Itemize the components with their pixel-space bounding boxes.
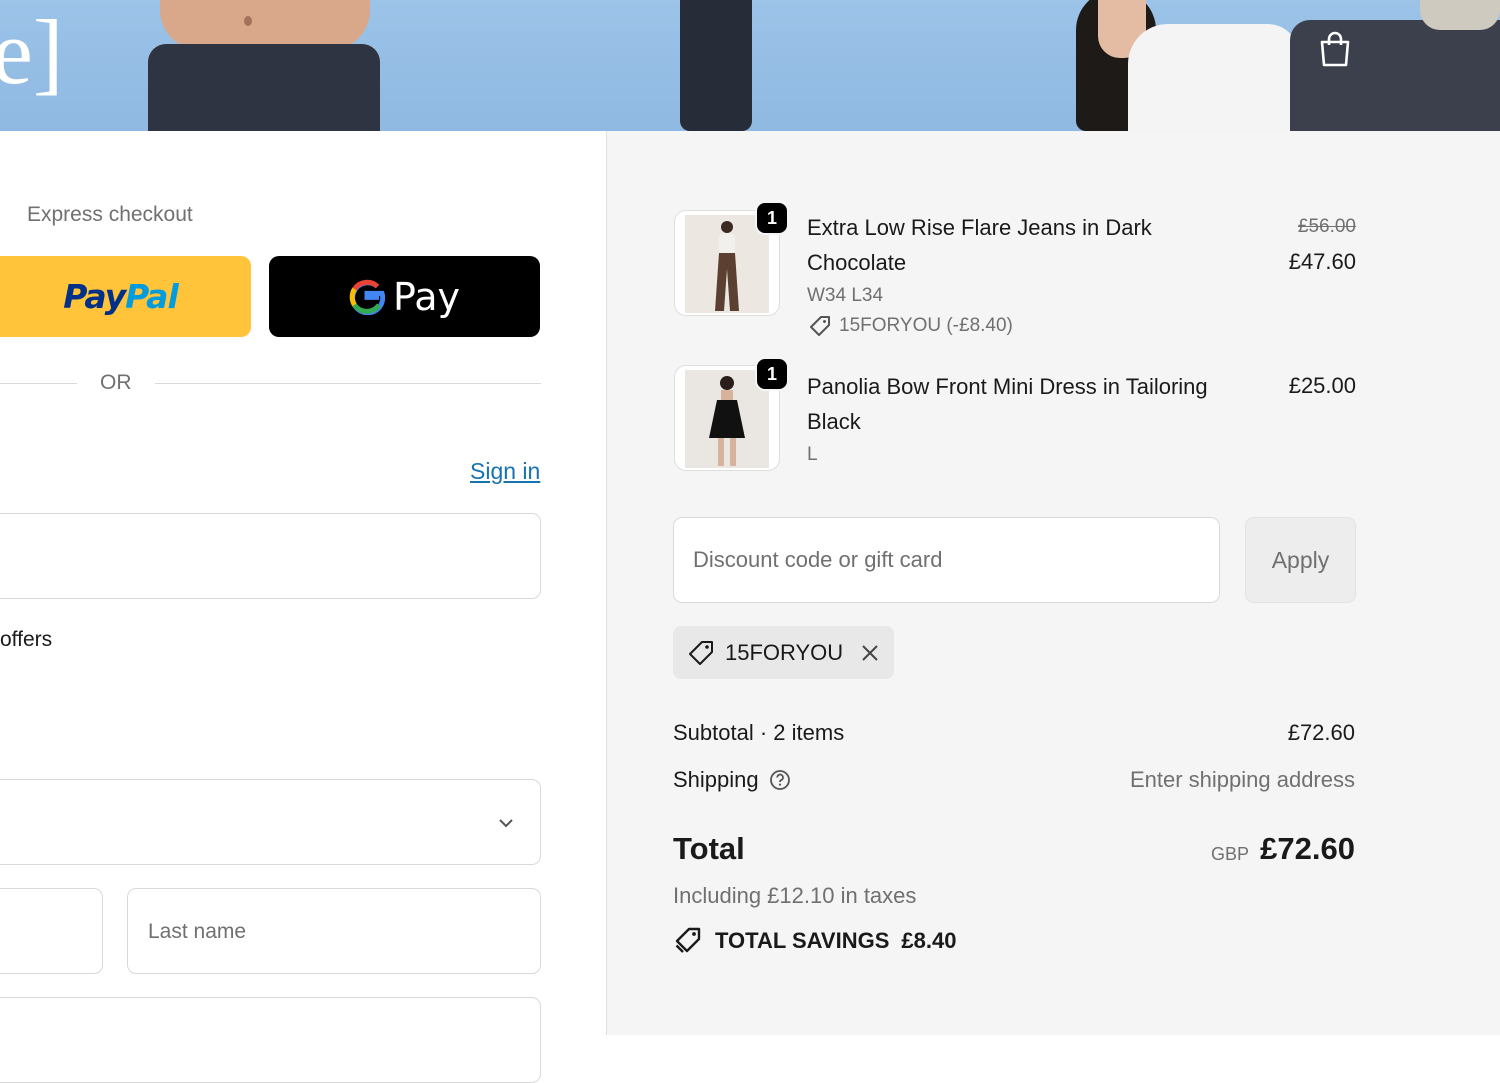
subtotal-label: Subtotal · 2 items <box>673 720 845 745</box>
paypal-button[interactable]: Pay Pal <box>0 256 251 337</box>
product-name-line1: Extra Low Rise Flare Jeans in Dark <box>807 215 1152 240</box>
paypal-logo-part2: Pal <box>125 277 179 316</box>
product-name: Extra Low Rise Flare Jeans in Dark Choco… <box>807 210 1152 280</box>
shipping-label: Shipping <box>673 767 759 792</box>
applied-discount-chip: 15FORYOU <box>673 626 894 679</box>
shopping-bag-icon[interactable] <box>1318 30 1352 68</box>
divider-right <box>155 383 541 384</box>
product-name-line1: Panolia Bow Front Mini Dress in Tailorin… <box>807 374 1208 399</box>
quantity-badge: 1 <box>755 357 789 391</box>
paypal-logo-part1: Pay <box>63 277 126 316</box>
close-icon[interactable] <box>859 642 881 664</box>
discount-code-input[interactable]: Discount code or gift card <box>673 517 1220 603</box>
tax-note: Including £12.10 in taxes <box>673 883 917 908</box>
quantity-badge: 1 <box>755 201 789 235</box>
total-value: £72.60 <box>1260 831 1355 866</box>
banner-model-jeans <box>148 44 380 131</box>
first-name-field[interactable] <box>0 888 103 974</box>
applied-discount-code: 15FORYOU <box>725 639 844 665</box>
last-name-placeholder: Last name <box>148 920 247 943</box>
address-field[interactable] <box>0 997 541 1083</box>
savings-value: £8.40 <box>901 928 957 953</box>
google-g-icon <box>349 279 385 315</box>
help-icon[interactable] <box>769 769 791 791</box>
tags-icon <box>675 927 701 953</box>
total-currency: GBP <box>1211 844 1250 864</box>
shipping-row: Shipping <box>673 767 791 793</box>
subtotal-value: £72.60 <box>1287 720 1355 745</box>
or-divider-text: OR <box>100 371 132 394</box>
apply-discount-button[interactable]: Apply <box>1245 517 1356 603</box>
banner-model-leg <box>680 0 752 131</box>
product-price: £25.00 <box>1288 373 1356 398</box>
total-savings: TOTAL SAVINGS £8.40 <box>673 926 956 956</box>
product-variant: W34 L34 <box>807 285 884 306</box>
checkout-form: Express checkout Pay Pal Pay OR Sign in o… <box>0 131 606 1083</box>
brand-logo-fragment: e] <box>0 1 64 103</box>
savings-label: TOTAL SAVINGS <box>715 928 890 953</box>
product-name-line2: Black <box>807 409 861 434</box>
marketing-offers-label: offers <box>0 628 53 651</box>
sign-in-link[interactable]: Sign in <box>470 458 540 485</box>
divider-left <box>0 383 77 384</box>
banner-model-shirt <box>1128 24 1298 131</box>
product-image-dress <box>709 376 745 466</box>
product-variant: L <box>807 444 818 465</box>
shipping-value: Enter shipping address <box>1129 767 1355 792</box>
product-image-jeans <box>715 221 739 311</box>
google-pay-button[interactable]: Pay <box>269 256 540 337</box>
banner-detail <box>244 16 252 26</box>
chevron-down-icon <box>499 819 513 828</box>
product-discount: 15FORYOU (-£8.40) <box>809 315 1013 337</box>
product-discount-text: 15FORYOU (-£8.40) <box>839 315 1013 336</box>
total-label: Total <box>673 831 745 866</box>
banner-model-shoe <box>1420 0 1500 30</box>
hero-banner: e] <box>0 0 1500 131</box>
last-name-field[interactable]: Last name <box>127 888 541 974</box>
product-price: £47.60 <box>1288 249 1356 274</box>
product-name-line2: Chocolate <box>807 250 907 275</box>
tag-icon <box>810 316 830 336</box>
express-checkout-label: Express checkout <box>27 203 193 226</box>
country-select[interactable] <box>0 779 541 865</box>
original-price: £56.00 <box>1297 216 1356 237</box>
tag-icon <box>689 640 713 665</box>
order-summary: 1 Extra Low Rise Flare Jeans in Dark Cho… <box>606 131 1500 1035</box>
email-field[interactable] <box>0 513 541 599</box>
google-pay-label: Pay <box>393 274 460 319</box>
product-name: Panolia Bow Front Mini Dress in Tailorin… <box>807 369 1208 439</box>
discount-code-placeholder: Discount code or gift card <box>693 547 943 572</box>
banner-model-torso <box>160 0 370 50</box>
